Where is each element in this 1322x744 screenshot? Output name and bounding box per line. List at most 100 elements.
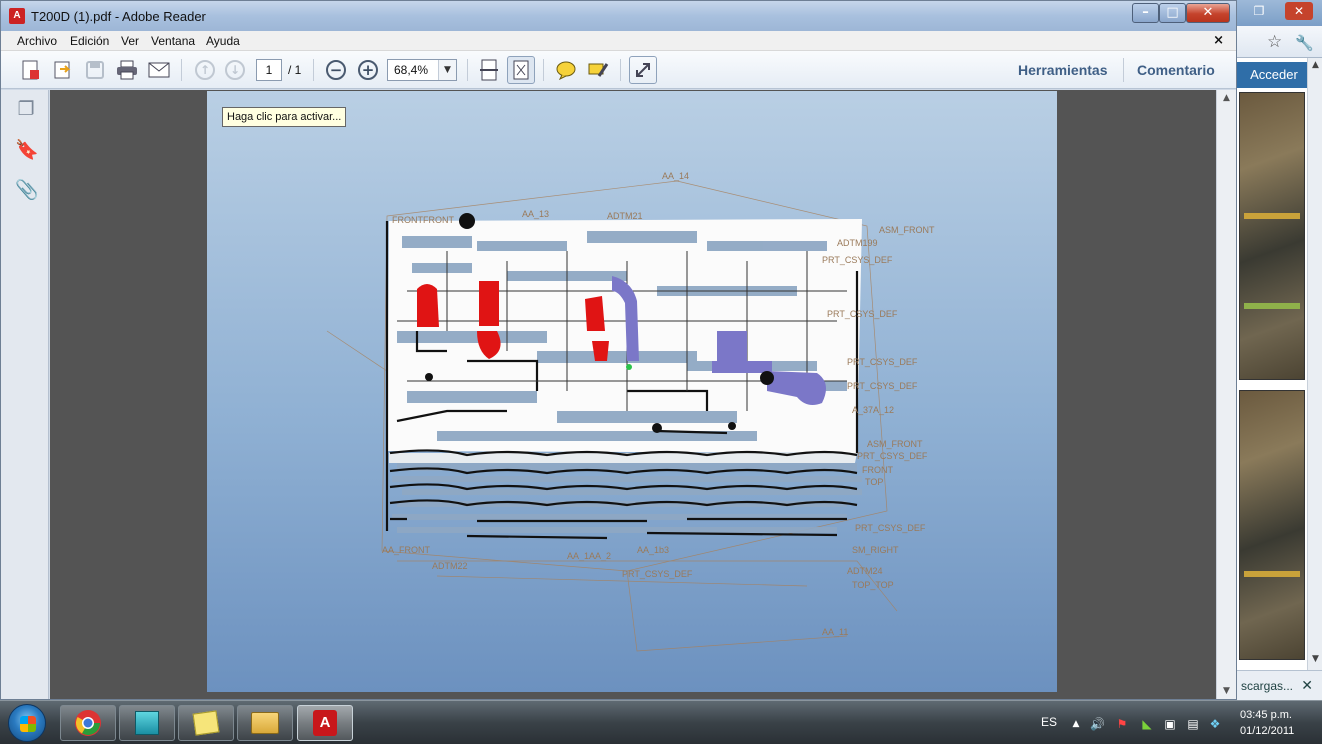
- menu-edicion[interactable]: Edición: [70, 34, 109, 48]
- taskbar-app-button[interactable]: [119, 705, 175, 741]
- zoom-out-button[interactable]: −: [322, 56, 350, 84]
- dropbox-icon[interactable]: ❖: [1208, 717, 1222, 731]
- workshop-photo-2: [1239, 390, 1305, 660]
- activate-tooltip: Haga clic para activar...: [222, 107, 347, 127]
- menu-ayuda[interactable]: Ayuda: [206, 34, 240, 48]
- svg-text:ADTM24: ADTM24: [847, 566, 883, 576]
- document-scrollbar[interactable]: ▲ ▼: [1216, 90, 1236, 699]
- minimize-button[interactable]: –: [1132, 3, 1159, 23]
- plus-icon: +: [358, 60, 378, 80]
- svg-text:ADTM199: ADTM199: [837, 238, 878, 248]
- svg-text:AA_1AA_2: AA_1AA_2: [567, 551, 611, 561]
- toolbar-separator: [181, 59, 182, 81]
- svg-text:ADTM22: ADTM22: [432, 561, 468, 571]
- previous-page-button[interactable]: ↑: [191, 56, 219, 84]
- window-titlebar[interactable]: A T200D (1).pdf - Adobe Reader – □ ✕: [1, 1, 1236, 31]
- taskbar-explorer-button[interactable]: [237, 705, 293, 741]
- windows-logo-icon: [20, 716, 36, 732]
- usb-device-icon[interactable]: ▤: [1186, 717, 1200, 731]
- nvidia-icon[interactable]: ◣: [1140, 717, 1154, 731]
- pdf-app-icon: A: [9, 8, 25, 24]
- cube-app-icon: [135, 711, 159, 735]
- print-icon: [117, 60, 137, 80]
- save-button[interactable]: [81, 56, 109, 84]
- create-pdf-button[interactable]: [17, 56, 45, 84]
- fit-page-button[interactable]: [507, 56, 535, 84]
- wrench-icon[interactable]: 🔧: [1295, 34, 1314, 52]
- chrome-icon: [75, 710, 101, 736]
- acceder-button[interactable]: Acceder: [1237, 62, 1311, 88]
- background-browser-scrollbar[interactable]: ▲ ▼: [1307, 58, 1322, 670]
- menu-archivo[interactable]: Archivo: [17, 34, 57, 48]
- svg-text:ASM_FRONT: ASM_FRONT: [879, 225, 935, 235]
- taskbar-chrome-button[interactable]: [60, 705, 116, 741]
- svg-text:AA_14: AA_14: [662, 171, 689, 181]
- zoom-value: 68,4%: [394, 63, 429, 77]
- background-restore-button[interactable]: ❐: [1245, 2, 1273, 20]
- email-button[interactable]: [145, 56, 173, 84]
- downloads-close-icon[interactable]: ✕: [1301, 671, 1313, 701]
- tools-pane-button[interactable]: Herramientas: [1018, 62, 1108, 78]
- network-icon[interactable]: ▣: [1163, 717, 1177, 731]
- document-close-icon[interactable]: ×: [1213, 33, 1224, 48]
- bookmark-star-icon[interactable]: ☆: [1267, 32, 1282, 52]
- clock-date[interactable]: 01/12/2011: [1240, 725, 1294, 737]
- highlight-button[interactable]: [584, 56, 612, 84]
- expand-arrows-icon: [636, 63, 650, 77]
- arrow-up-icon: ↑: [195, 60, 215, 80]
- fit-page-icon: [513, 60, 529, 80]
- clock-time[interactable]: 03:45 p.m.: [1240, 709, 1292, 721]
- next-page-button[interactable]: ↓: [221, 56, 249, 84]
- svg-text:PRT_CSYS_DEF: PRT_CSYS_DEF: [827, 309, 898, 319]
- menu-ventana[interactable]: Ventana: [151, 34, 195, 48]
- taskbar-adobe-reader-button[interactable]: A: [297, 705, 353, 741]
- comment-bubble-icon: [556, 61, 576, 80]
- language-indicator[interactable]: ES: [1041, 715, 1057, 729]
- sticky-note-button[interactable]: [552, 56, 580, 84]
- background-close-button[interactable]: ✕: [1285, 2, 1313, 20]
- bookmarks-icon[interactable]: 🔖: [15, 138, 39, 162]
- windows-taskbar: A ES ▲ 🔊 ⚑ ◣ ▣ ▤ ❖ 03:45 p.m. 01/12/2011: [0, 700, 1322, 744]
- expand-button[interactable]: [629, 56, 657, 84]
- svg-text:ADTM21: ADTM21: [607, 211, 643, 221]
- cad-3d-model-image[interactable]: AA_14 FRONTFRONT AA_13 ADTM21 ASM_FRONT …: [207, 91, 1057, 692]
- pdf-page[interactable]: AA_14 FRONTFRONT AA_13 ADTM21 ASM_FRONT …: [207, 91, 1057, 692]
- comment-pane-button[interactable]: Comentario: [1137, 62, 1215, 78]
- zoom-in-button[interactable]: +: [354, 56, 382, 84]
- envelope-icon: [148, 62, 170, 78]
- chevron-down-icon[interactable]: ▼: [438, 60, 456, 80]
- toolbar-separator: [620, 59, 621, 81]
- scroll-down-arrow-icon[interactable]: ▼: [1308, 654, 1322, 668]
- taskbar-sticky-notes-button[interactable]: [178, 705, 234, 741]
- svg-text:PRT_CSYS_DEF: PRT_CSYS_DEF: [855, 523, 926, 533]
- volume-icon[interactable]: 🔊: [1090, 717, 1105, 731]
- sticky-notes-icon: [192, 710, 220, 736]
- show-hidden-icons-icon[interactable]: ▲: [1069, 717, 1083, 731]
- page-number-input[interactable]: 1: [256, 59, 282, 81]
- close-button[interactable]: ✕: [1186, 3, 1230, 23]
- downloads-label[interactable]: scargas...: [1241, 679, 1293, 693]
- svg-text:A_37A_12: A_37A_12: [852, 405, 894, 415]
- zoom-select[interactable]: 68,4% ▼: [387, 59, 457, 81]
- window-title: T200D (1).pdf - Adobe Reader: [31, 9, 206, 24]
- menu-ver[interactable]: Ver: [121, 34, 139, 48]
- svg-text:AA_11: AA_11: [822, 627, 848, 637]
- open-file-button[interactable]: [49, 56, 77, 84]
- maximize-button[interactable]: □: [1159, 3, 1186, 23]
- scroll-down-arrow-icon[interactable]: ▼: [1217, 683, 1236, 699]
- action-center-flag-icon[interactable]: ⚑: [1115, 717, 1129, 731]
- workshop-photo: [1239, 92, 1305, 380]
- print-button[interactable]: [113, 56, 141, 84]
- scroll-up-arrow-icon[interactable]: ▲: [1308, 60, 1322, 74]
- toolbar-separator: [313, 59, 314, 81]
- svg-text:FRONT: FRONT: [862, 465, 893, 475]
- scroll-up-arrow-icon[interactable]: ▲: [1217, 90, 1236, 106]
- paperclip-icon[interactable]: 📎: [15, 178, 39, 202]
- main-toolbar: ↑ ↓ 1 / 1 − + 68,4% ▼ Herramientas Comen…: [1, 51, 1236, 89]
- page-thumbnails-icon[interactable]: ❐: [15, 98, 37, 122]
- start-button[interactable]: [8, 704, 46, 742]
- fit-width-button[interactable]: [475, 56, 503, 84]
- save-icon: [86, 61, 104, 79]
- open-file-icon: [54, 61, 71, 79]
- fit-width-icon: [480, 59, 498, 81]
